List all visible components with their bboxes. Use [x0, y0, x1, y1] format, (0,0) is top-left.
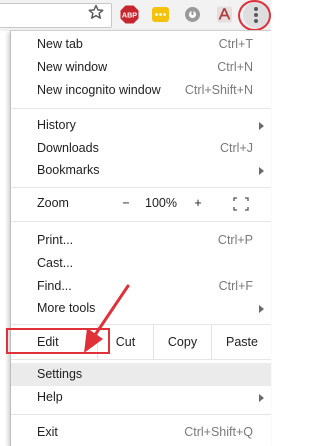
menu-item-exit[interactable]: Exit Ctrl+Shift+Q: [11, 421, 271, 444]
pdf-icon[interactable]: [215, 5, 234, 24]
copy-button[interactable]: Copy: [153, 325, 211, 359]
menu-item-help[interactable]: Help: [11, 386, 271, 409]
menu-separator: [11, 221, 271, 222]
menu-item-cast[interactable]: Cast...: [11, 252, 271, 275]
menu-item-shortcut: Ctrl+Shift+Q: [184, 425, 253, 439]
gray-extension-icon[interactable]: [183, 5, 202, 24]
menu-item-label: Find...: [37, 279, 72, 293]
browser-toolbar: ABP: [0, 0, 271, 31]
annotation-circle: [238, 0, 271, 31]
menu-item-label: History: [37, 118, 76, 132]
menu-item-shortcut: Ctrl+Shift+N: [184, 83, 253, 97]
menu-item-label: Bookmarks: [37, 163, 100, 177]
menu-item-label: New tab: [37, 37, 83, 51]
menu-separator: [11, 414, 271, 415]
submenu-arrow-icon: [259, 122, 264, 130]
menu-item-new-window[interactable]: New window Ctrl+N: [11, 56, 271, 79]
menu-item-shortcut: Ctrl+F: [218, 279, 253, 293]
menu-item-label: New incognito window: [37, 83, 161, 97]
zoom-row: Zoom − 100% +: [11, 188, 271, 220]
adblock-plus-icon[interactable]: ABP: [120, 5, 139, 24]
menu-item-new-incognito-window[interactable]: New incognito window Ctrl+Shift+N: [11, 79, 271, 102]
menu-item-settings[interactable]: Settings: [11, 363, 271, 386]
menu-item-label: Print...: [37, 233, 74, 247]
menu-item-downloads[interactable]: Downloads Ctrl+J: [11, 137, 271, 160]
zoom-in-button[interactable]: +: [191, 196, 205, 210]
paste-button[interactable]: Paste: [211, 325, 272, 359]
menu-separator: [11, 359, 271, 360]
menu-item-label: Exit: [37, 425, 58, 439]
submenu-arrow-icon: [259, 394, 264, 402]
menu-item-bookmarks[interactable]: Bookmarks: [11, 159, 271, 182]
menu-item-shortcut: Ctrl+T: [218, 37, 253, 51]
menu-item-label: Settings: [37, 367, 83, 381]
menu-item-history[interactable]: History: [11, 114, 271, 137]
fullscreen-icon[interactable]: [233, 197, 249, 214]
menu-item-shortcut: Ctrl+P: [217, 233, 253, 247]
chrome-main-menu: New tab Ctrl+T New window Ctrl+N New inc…: [10, 30, 271, 446]
zoom-out-button[interactable]: −: [119, 196, 133, 210]
yellow-extension-icon[interactable]: [151, 5, 170, 24]
submenu-arrow-icon: [259, 167, 264, 175]
menu-item-print[interactable]: Print... Ctrl+P: [11, 229, 271, 252]
red-arrow-icon: [68, 283, 138, 358]
menu-item-shortcut: Ctrl+N: [217, 60, 253, 74]
submenu-arrow-icon: [259, 305, 264, 313]
menu-item-label: New window: [37, 60, 108, 74]
abp-text: ABP: [122, 11, 137, 20]
menu-separator: [11, 108, 271, 109]
menu-item-more-tools[interactable]: More tools: [11, 297, 271, 320]
menu-item-find[interactable]: Find... Ctrl+F: [11, 275, 271, 298]
menu-item-label: Cast...: [37, 256, 74, 270]
menu-item-new-tab[interactable]: New tab Ctrl+T: [11, 33, 271, 56]
menu-item-shortcut: Ctrl+J: [220, 141, 253, 155]
zoom-level: 100%: [145, 196, 177, 210]
menu-item-label: Downloads: [37, 141, 99, 155]
zoom-label: Zoom: [37, 196, 69, 210]
menu-item-label: Help: [37, 390, 63, 404]
star-icon[interactable]: [88, 4, 104, 23]
